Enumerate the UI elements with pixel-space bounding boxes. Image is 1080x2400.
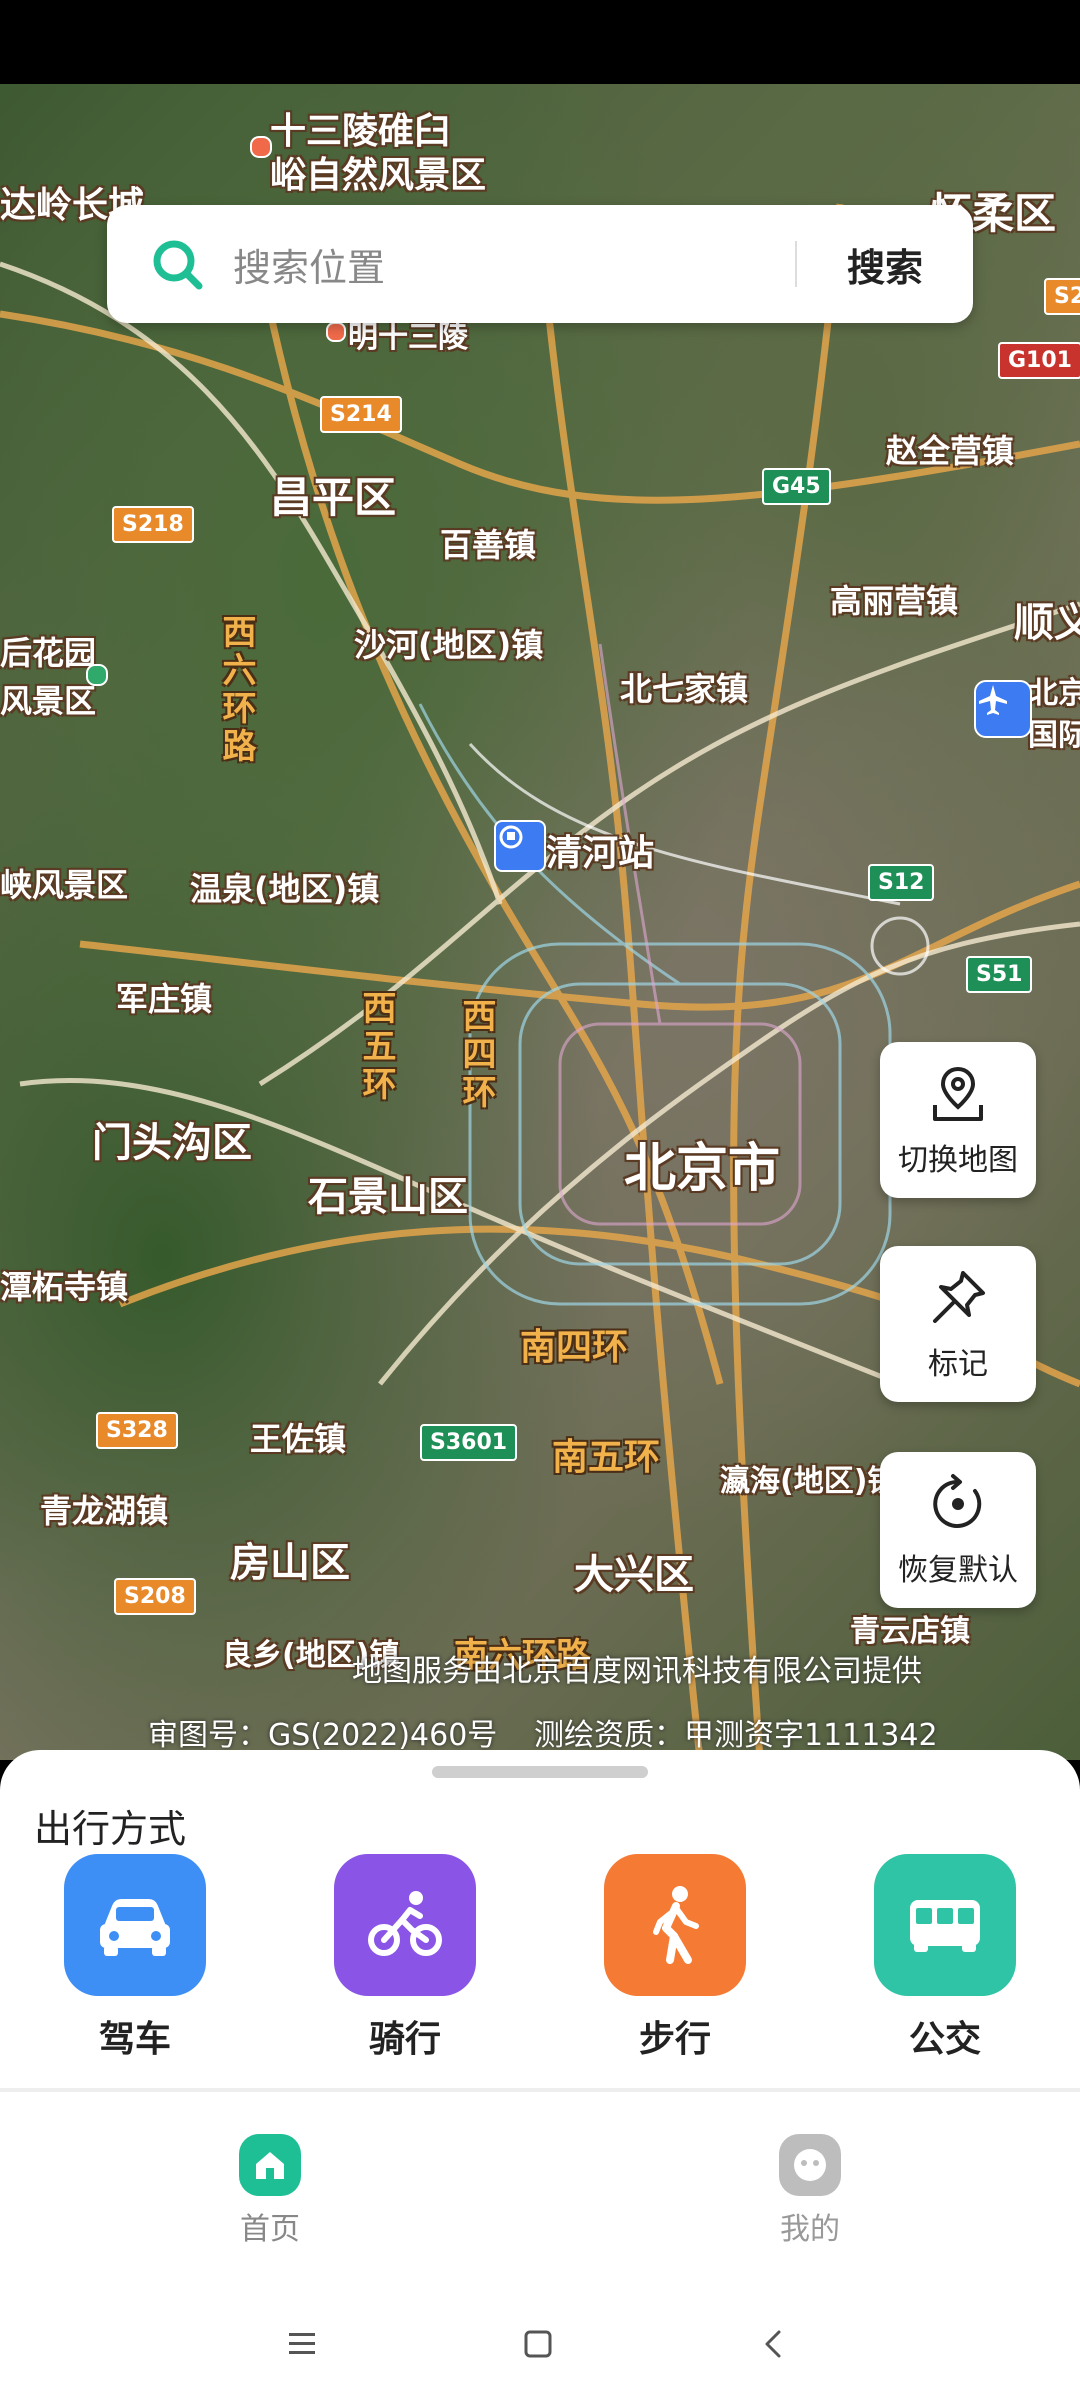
home-square-icon[interactable] [508, 2314, 568, 2374]
home-icon [239, 2134, 301, 2196]
map-label: 顺义 [1014, 600, 1080, 646]
system-nav-bar [0, 2282, 1080, 2400]
ring-road-label: 南五环 [552, 1437, 661, 1478]
map-label: 昌平区 [270, 473, 397, 522]
map-pin-icon [933, 1066, 983, 1121]
mode-label: 步行 [638, 2019, 711, 2060]
map-label: 青龙湖镇 [40, 1492, 169, 1530]
search-bar: 搜索位置 搜索 [107, 205, 973, 323]
road-shield: S12 [868, 864, 935, 901]
ring-road-label: 南四环 [520, 1327, 629, 1368]
mode-label: 驾车 [98, 2019, 171, 2060]
map-survey-qualification: 测绘资质：甲测资字1111342 [534, 1718, 938, 1753]
sheet-title: 出行方式 [34, 1807, 187, 1851]
ring-road-label: 西六环路 [216, 614, 256, 766]
mark-label: 标记 [928, 1347, 988, 1382]
mode-label: 骑行 [368, 2019, 441, 2060]
road-shield: S208 [114, 1578, 196, 1615]
map-label: 潭柘寺镇 [0, 1268, 129, 1306]
road-shield: G101 [998, 342, 1080, 379]
map-label: 房山区 [230, 1540, 350, 1586]
status-bar [0, 0, 1080, 84]
map-credit: 地图服务由北京百度网讯科技有限公司提供 [352, 1654, 922, 1689]
map-label: 北京市 [624, 1139, 781, 1199]
map-label: 清河站 [546, 833, 655, 874]
road-shield: S214 [320, 396, 402, 433]
map-label: 后花园 [0, 634, 97, 672]
reset-default-label: 恢复默认 [898, 1553, 1018, 1588]
reset-default-button[interactable]: 恢复默认 [880, 1452, 1036, 1608]
ring-road-label: 西四环 [456, 998, 496, 1112]
map-label: 青云店镇 [850, 1614, 970, 1649]
airport-icon[interactable] [974, 680, 1032, 738]
map-label: 瀛海(地区)镇 [720, 1464, 898, 1499]
map-label: 北七家镇 [620, 670, 749, 708]
bike-icon [334, 1854, 476, 1996]
map-approval-number: 审图号：GS(2022)460号 [148, 1718, 498, 1753]
tab-mine-label: 我的 [780, 2212, 840, 2247]
sheet-drag-handle[interactable] [432, 1766, 648, 1778]
ring-road-label: 西五环 [356, 990, 396, 1104]
reset-icon [933, 1474, 982, 1528]
map-label: 温泉(地区)镇 [190, 870, 380, 908]
map-label: 风景区 [0, 682, 97, 720]
mark-button[interactable]: 标记 [880, 1246, 1036, 1402]
map-label: 门头沟区 [92, 1120, 252, 1166]
map-label: 沙河(地区)镇 [354, 626, 544, 664]
park-marker-icon[interactable] [86, 664, 108, 686]
menu-icon[interactable] [272, 2314, 332, 2374]
map-label: 王佐镇 [250, 1420, 347, 1458]
map-label: 国际 [1028, 718, 1080, 753]
search-input[interactable]: 搜索位置 [233, 237, 795, 292]
mode-bike[interactable]: 骑行 [334, 1854, 476, 2062]
map-label: 百善镇 [440, 526, 537, 564]
road-shield: S2 [1044, 278, 1080, 315]
road-shield: S51 [966, 956, 1033, 993]
map-label: 赵全营镇 [886, 432, 1015, 470]
road-shield: G45 [762, 468, 831, 505]
map-label: 石景山区 [308, 1174, 468, 1220]
tab-home[interactable]: 首页 [200, 2134, 340, 2248]
car-icon [64, 1854, 206, 1996]
road-shield: S218 [112, 506, 194, 543]
bus-icon [874, 1854, 1016, 1996]
map-label: 峡风景区 [0, 866, 129, 904]
mode-walk[interactable]: 步行 [604, 1854, 746, 2062]
mode-drive[interactable]: 驾车 [64, 1854, 206, 2062]
scenic-marker-icon[interactable] [250, 136, 272, 158]
back-icon[interactable] [744, 2314, 804, 2374]
travel-mode-sheet: 出行方式 驾车 骑行 步行 公交 [0, 1750, 1080, 2090]
tab-mine[interactable]: 我的 [740, 2134, 880, 2248]
mode-label: 公交 [908, 2019, 981, 2060]
walk-icon [604, 1854, 746, 1996]
train-station-icon[interactable] [494, 820, 546, 872]
tab-home-label: 首页 [240, 2212, 300, 2247]
map-label: 峪自然风景区 [270, 155, 487, 196]
map-label: 高丽营镇 [830, 582, 959, 620]
profile-icon [779, 2134, 841, 2196]
map-label: 军庄镇 [116, 980, 213, 1018]
map-label: 北京 [1028, 676, 1080, 711]
scenic-marker-icon[interactable] [326, 322, 346, 342]
search-button[interactable]: 搜索 [797, 237, 973, 292]
pushpin-icon [933, 1271, 985, 1323]
search-icon [153, 240, 203, 290]
switch-map-button[interactable]: 切换地图 [880, 1042, 1036, 1198]
switch-map-label: 切换地图 [898, 1143, 1018, 1178]
bottom-tab-bar: 首页 我的 [0, 2092, 1080, 2282]
mode-bus[interactable]: 公交 [874, 1854, 1016, 2062]
road-shield: S3601 [420, 1424, 518, 1461]
map-label: 大兴区 [574, 1552, 694, 1598]
road-shield: S328 [96, 1412, 178, 1449]
